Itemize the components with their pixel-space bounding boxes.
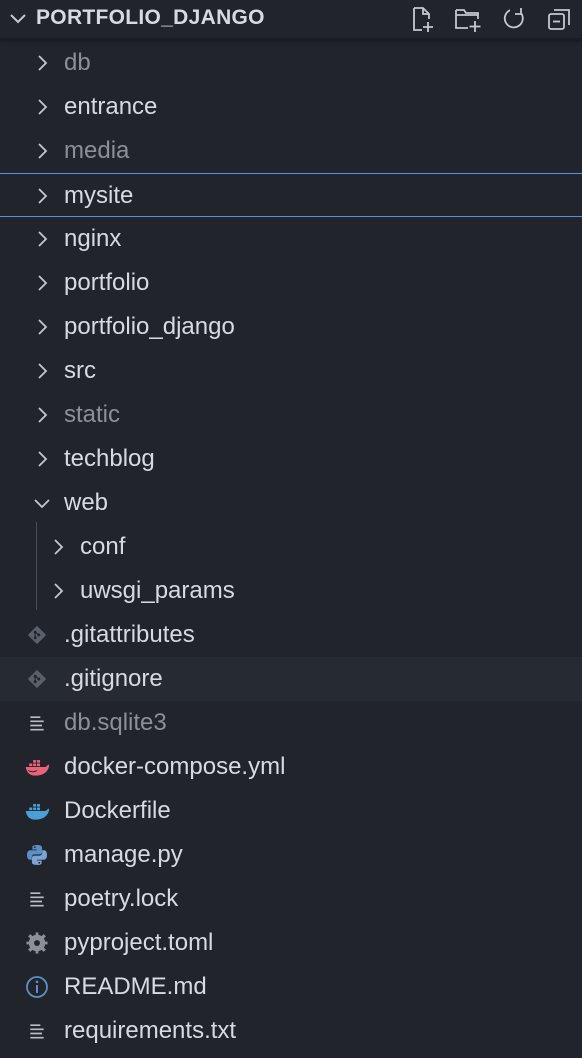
tree-folder[interactable]: portfolio_django — [0, 305, 582, 349]
tree-file[interactable]: .gitattributes — [0, 613, 582, 657]
explorer-title: PORTFOLIO_DJANGO — [36, 6, 265, 29]
folder-label: web — [64, 489, 109, 516]
file-label: README.md — [64, 973, 207, 1000]
chevron-right-icon[interactable] — [32, 361, 52, 381]
tree-folder[interactable]: uwsgi_params — [0, 569, 582, 613]
folder-label: conf — [80, 533, 126, 560]
folder-label: entrance — [64, 93, 158, 120]
tree-file[interactable]: Dockerfile — [0, 789, 582, 833]
tree-folder[interactable]: conf — [0, 525, 582, 569]
tree-folder[interactable]: mysite — [0, 173, 582, 217]
tree-file[interactable]: docker-compose.yml — [0, 745, 582, 789]
lines-icon — [24, 711, 50, 735]
folder-label: static — [64, 401, 121, 428]
folder-label: nginx — [64, 225, 122, 252]
chevron-down-icon[interactable] — [32, 493, 52, 513]
docker-icon — [24, 799, 50, 823]
file-label: poetry.lock — [64, 885, 179, 912]
chevron-right-icon[interactable] — [32, 405, 52, 425]
collapse-all-icon — [548, 9, 570, 30]
info-icon — [24, 975, 50, 999]
refresh-icon — [503, 8, 524, 29]
file-label: docker-compose.yml — [64, 753, 286, 780]
folder-label: db — [64, 49, 91, 76]
git-icon — [24, 623, 50, 647]
tree-folder[interactable]: src — [0, 349, 582, 393]
chevron-right-icon[interactable] — [48, 581, 68, 601]
folder-label: uwsgi_params — [80, 577, 235, 604]
chevron-right-icon[interactable] — [32, 97, 52, 117]
tree-file[interactable]: manage.py — [0, 833, 582, 877]
tree-folder[interactable]: static — [0, 393, 582, 437]
refresh-button[interactable] — [498, 3, 530, 35]
tree-file[interactable]: poetry.lock — [0, 877, 582, 921]
file-label: .gitignore — [64, 665, 163, 692]
file-tree: db entrance media mysite nginx portfolio portf… — [0, 41, 582, 1053]
tree-folder[interactable]: media — [0, 129, 582, 173]
tree-file[interactable]: pyproject.toml — [0, 921, 582, 965]
chevron-right-icon[interactable] — [32, 229, 52, 249]
chevron-right-icon[interactable] — [32, 186, 52, 206]
tree-folder[interactable]: nginx — [0, 217, 582, 261]
file-label: pyproject.toml — [64, 929, 214, 956]
tree-folder[interactable]: db — [0, 41, 582, 85]
tree-folder[interactable]: web — [0, 481, 582, 525]
file-label: .gitattributes — [64, 621, 195, 648]
chevron-right-icon[interactable] — [32, 273, 52, 293]
file-label: Dockerfile — [64, 797, 171, 824]
new-file-icon — [413, 7, 433, 32]
folder-label: techblog — [64, 445, 155, 472]
new-folder-icon — [455, 9, 481, 32]
chevron-right-icon[interactable] — [32, 141, 52, 161]
folder-label: mysite — [64, 182, 134, 209]
folder-label: portfolio — [64, 269, 150, 296]
tree-file[interactable]: .gitignore — [0, 657, 582, 701]
git-icon — [24, 667, 50, 691]
explorer-actions — [406, 3, 576, 35]
chevron-right-icon[interactable] — [32, 53, 52, 73]
new-file-button[interactable] — [406, 3, 438, 35]
folder-label: portfolio_django — [64, 313, 235, 340]
indent-guide — [36, 522, 37, 610]
file-label: requirements.txt — [64, 1017, 237, 1044]
file-label: db.sqlite3 — [64, 709, 167, 736]
folder-label: media — [64, 137, 130, 164]
collapse-all-button[interactable] — [544, 3, 576, 35]
tree-folder[interactable]: portfolio — [0, 261, 582, 305]
gear-icon — [24, 931, 50, 955]
tree-file[interactable]: db.sqlite3 — [0, 701, 582, 745]
python-icon — [24, 843, 50, 867]
lines-icon — [24, 1019, 50, 1043]
tree-folder[interactable]: techblog — [0, 437, 582, 481]
chevron-right-icon[interactable] — [32, 449, 52, 469]
folder-label: src — [64, 357, 96, 384]
tree-folder[interactable]: entrance — [0, 85, 582, 129]
explorer-header[interactable]: PORTFOLIO_DJANGO — [0, 0, 582, 39]
chevron-down-icon[interactable] — [8, 9, 28, 29]
chevron-right-icon[interactable] — [32, 317, 52, 337]
tree-file[interactable]: README.md — [0, 965, 582, 1009]
chevron-right-icon[interactable] — [48, 537, 68, 557]
tree-file[interactable]: requirements.txt — [0, 1009, 582, 1053]
docker-compose-icon — [24, 755, 50, 779]
new-folder-button[interactable] — [452, 3, 484, 35]
file-label: manage.py — [64, 841, 183, 868]
lines-icon — [24, 887, 50, 911]
